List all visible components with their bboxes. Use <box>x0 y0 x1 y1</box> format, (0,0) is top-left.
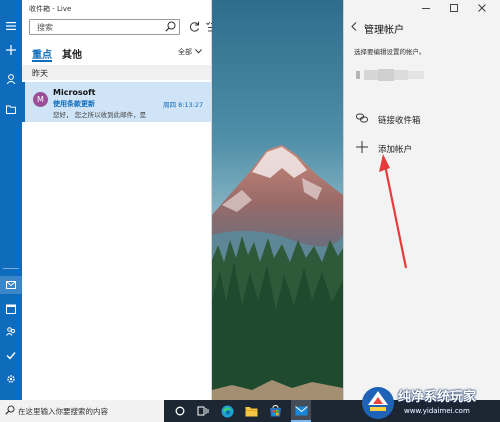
message-subject: 使用条款更新 <box>53 100 95 108</box>
back-icon[interactable] <box>351 22 357 34</box>
folder-icon[interactable] <box>0 100 22 118</box>
panel-hint: 选择要编辑设置的帐户。 <box>354 48 426 56</box>
link-icon <box>356 113 368 126</box>
tab-focused-underline <box>32 60 52 62</box>
account-entry[interactable] <box>356 67 426 83</box>
left-navigation-rail <box>0 0 22 400</box>
tab-focused[interactable]: 重点 <box>32 46 52 61</box>
minimize-icon[interactable] <box>422 4 430 14</box>
todo-icon[interactable] <box>0 346 22 364</box>
cortana-icon[interactable] <box>172 403 188 419</box>
calendar-icon[interactable] <box>0 300 22 318</box>
tab-other[interactable]: 其他 <box>62 46 82 61</box>
window-title: 收件箱 - Live <box>29 5 72 13</box>
link-inboxes-button[interactable]: 链接收件箱 <box>356 113 421 126</box>
taskbar-search-icon <box>5 405 15 417</box>
sync-icon[interactable] <box>188 19 200 38</box>
panel-title: 管理帐户 <box>364 25 404 36</box>
watermark: 纯净系统玩家 www.yidaimei.com <box>356 383 500 422</box>
search-input[interactable]: 搜索 <box>29 19 180 35</box>
filter-label: 全部 <box>178 48 192 56</box>
mail-icon[interactable] <box>0 276 22 294</box>
message-time: 周四 8:13:27 <box>163 101 204 109</box>
chevron-down-icon <box>195 48 202 56</box>
rail-divider <box>3 268 19 269</box>
maximize-icon[interactable] <box>450 4 458 14</box>
task-view-icon[interactable] <box>195 403 211 419</box>
add-account-button[interactable]: 添加帐户 <box>356 141 412 156</box>
add-icon <box>356 141 368 156</box>
store-icon[interactable] <box>267 403 283 419</box>
hamburger-icon[interactable] <box>0 17 22 35</box>
filter-dropdown[interactable]: 全部 <box>178 47 202 57</box>
message-preview: 您好， 您之所以收到此邮件，是 <box>53 111 147 119</box>
watermark-title: 纯净系统玩家 <box>398 390 477 405</box>
edge-browser-icon[interactable] <box>219 403 235 419</box>
date-group-header: 昨天 <box>22 65 211 80</box>
message-sender: Microsoft <box>53 88 96 97</box>
manage-accounts-panel: 管理帐户 选择要编辑设置的帐户。 链接收件箱 添加帐户 <box>343 0 500 400</box>
file-explorer-icon[interactable] <box>243 403 259 419</box>
people-icon[interactable] <box>0 322 22 340</box>
compose-icon[interactable] <box>0 41 22 59</box>
add-account-label: 添加帐户 <box>378 144 413 155</box>
taskbar-search-input[interactable]: 在这里输入你要搜索的内容 <box>0 400 164 422</box>
watermark-url: www.yidaimei.com <box>404 407 470 415</box>
list-item[interactable]: M Microsoft 使用条款更新 周四 8:13:27 您好， 您之所以收到… <box>22 82 211 122</box>
mail-app-icon[interactable] <box>293 403 309 419</box>
search-placeholder: 搜索 <box>37 23 53 32</box>
close-icon[interactable] <box>478 4 486 14</box>
desktop-wallpaper <box>212 0 343 400</box>
avatar: M <box>33 92 48 107</box>
search-icon[interactable] <box>165 21 176 34</box>
taskbar-search-placeholder: 在这里输入你要搜索的内容 <box>18 407 108 416</box>
link-inboxes-label: 链接收件箱 <box>378 115 421 126</box>
watermark-logo <box>362 387 394 419</box>
message-list-pane: 收件箱 - Live 搜索 重点 其他 全部 昨天 M Microsoft 使用… <box>22 0 217 400</box>
person-icon[interactable] <box>0 70 22 88</box>
settings-icon[interactable] <box>0 370 22 388</box>
